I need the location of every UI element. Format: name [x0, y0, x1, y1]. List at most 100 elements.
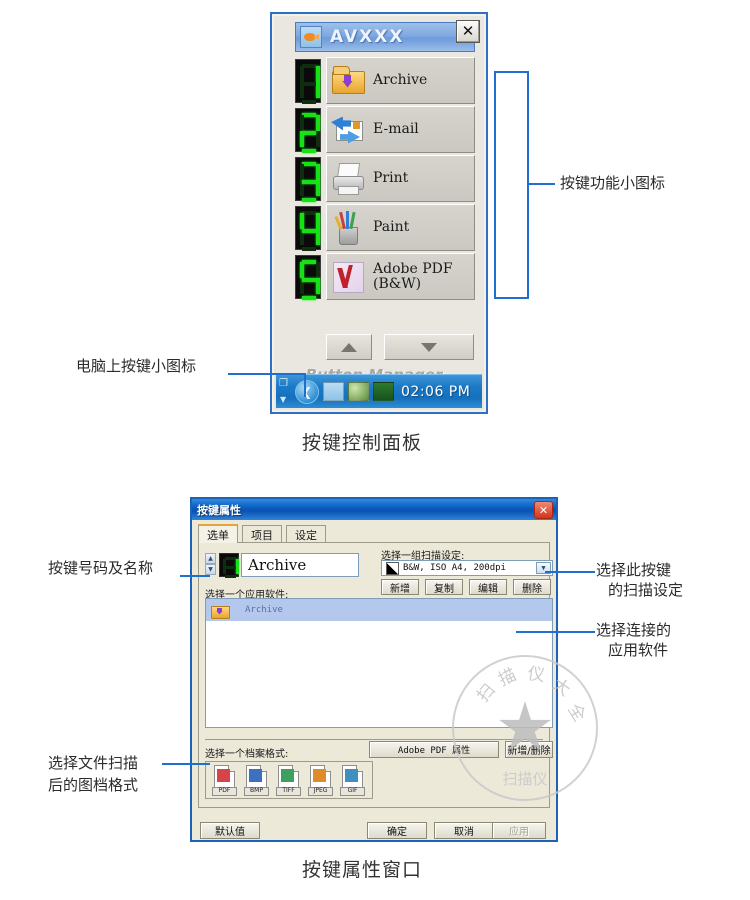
list-item[interactable]: Archive: [206, 599, 552, 621]
button-row-adobe-pdf-b-w[interactable]: Adobe PDF (B&W): [295, 253, 475, 302]
led-segment: [302, 247, 316, 251]
led-segment: [302, 100, 316, 104]
annotation-linked-app-line2: 应用软件: [608, 641, 669, 659]
tab-1[interactable]: 选单: [198, 524, 238, 543]
network-error-tray-icon[interactable]: [348, 382, 369, 401]
format-label: GIF: [340, 786, 365, 796]
led-segment: [300, 66, 304, 82]
button-number-spinner[interactable]: ▲ ▼: [205, 553, 216, 577]
led-digit-4: [295, 206, 321, 251]
spinner-up-icon[interactable]: ▲: [205, 553, 216, 564]
led-segment: [225, 575, 236, 578]
led-segment: [302, 260, 316, 264]
profile-button-4[interactable]: 删除: [513, 579, 551, 595]
scan-button-5[interactable]: Adobe PDF (B&W): [326, 253, 475, 300]
led-segment: [316, 82, 320, 98]
scanner-tray-icon[interactable]: [373, 382, 394, 401]
button-label: Adobe PDF (B&W): [373, 260, 453, 292]
led-digit-3: [295, 157, 321, 202]
email-icon: [331, 113, 365, 147]
format-tiff-icon[interactable]: TIFF: [275, 764, 302, 796]
list-item-label: Archive: [245, 605, 283, 615]
footer-button-3[interactable]: 取消: [434, 822, 494, 839]
dialog-title: 按键属性: [197, 503, 241, 517]
led-segment: [316, 66, 320, 82]
led-digit-1: [295, 59, 321, 104]
button-properties-dialog: 按键属性 ✕ 选单 项目 设定 ▲ ▼ Archive 选择一组扫描设定: B&W,…: [190, 497, 558, 842]
footer-button-1[interactable]: 默认值: [200, 822, 260, 839]
dialog-close-button[interactable]: ✕: [534, 501, 553, 519]
button-row-e-mail[interactable]: E-mail: [295, 106, 475, 155]
triangle-up-icon: [341, 342, 357, 352]
taskbar-clock: 02:06 PM: [401, 383, 471, 400]
led-segment: [316, 262, 320, 278]
scan-profile-combo[interactable]: B&W, ISO A4, 200dpi ▼: [381, 560, 553, 576]
panel-inner: AVXXX ✕ Archive E-mail Print Paint Adobe PDF…: [274, 16, 484, 410]
separator: [205, 739, 543, 740]
format-icon-box: PDF BMP TIFF JPEG GIF: [205, 761, 373, 799]
tab-2[interactable]: 项目: [242, 525, 282, 543]
add-remove-button[interactable]: 新增/删除: [505, 741, 553, 758]
button-label: E-mail: [373, 121, 419, 137]
adobe-pdf-icon: [331, 260, 365, 294]
profile-button-3[interactable]: 编辑: [469, 579, 507, 595]
format-label: PDF: [212, 786, 237, 796]
button-manager-tray-icon[interactable]: [323, 382, 344, 401]
button-row-paint[interactable]: Paint: [295, 204, 475, 253]
panel-caption: 按键控制面板: [302, 432, 423, 454]
scroll-down-button[interactable]: [384, 334, 474, 360]
annotation-scan-setting-line2: 的扫描设定: [608, 581, 684, 599]
button-row-archive[interactable]: Archive: [295, 57, 475, 106]
scan-button-4[interactable]: Paint: [326, 204, 475, 251]
taskbar-grip-icon[interactable]: [276, 375, 294, 408]
led-segment: [302, 278, 316, 282]
format-glyph: [281, 768, 294, 782]
format-label: 选择一个档案格式:: [205, 749, 289, 760]
dialog-tab-panel: ▲ ▼ Archive 选择一组扫描设定: B&W, ISO A4, 200dp…: [198, 542, 553, 808]
pdf-properties-button[interactable]: Adobe PDF 属性: [369, 741, 499, 758]
led-segment: [316, 278, 320, 294]
led-segment: [302, 149, 316, 153]
led-segment: [316, 115, 320, 131]
spinner-down-icon[interactable]: ▼: [205, 564, 216, 575]
button-row-print[interactable]: Print: [295, 155, 475, 204]
format-pdf-icon[interactable]: PDF: [211, 764, 238, 796]
archive-folder-icon: [211, 603, 230, 619]
scan-button-1[interactable]: Archive: [326, 57, 475, 104]
leader-line-bracket-bottom: [494, 297, 529, 299]
scan-button-3[interactable]: Print: [326, 155, 475, 202]
panel-close-button[interactable]: ✕: [456, 20, 480, 43]
led-segment: [302, 82, 316, 86]
leader-line-bracket-top: [494, 71, 529, 73]
format-gif-icon[interactable]: GIF: [339, 764, 366, 796]
button-number-display: [219, 553, 239, 578]
panel-title: AVXXX: [330, 27, 405, 47]
bw-swatch-icon: [386, 561, 399, 575]
annotation-file-format-line2: 后的图档格式: [48, 776, 139, 794]
profile-button-2[interactable]: 复制: [425, 579, 463, 595]
led-segment: [316, 164, 320, 180]
scroll-up-button[interactable]: [326, 334, 372, 360]
annotation-computer-button-icon: 电脑上按键小图标: [76, 357, 197, 375]
format-jpeg-icon[interactable]: JPEG: [307, 764, 334, 796]
dialog-title-bar: 按键属性 ✕: [192, 499, 556, 520]
scan-button-2[interactable]: E-mail: [326, 106, 475, 153]
format-glyph: [313, 768, 326, 782]
led-segment: [300, 213, 304, 229]
button-name-field[interactable]: Archive: [241, 553, 359, 577]
leader-line-scan-setting: [545, 571, 595, 573]
printer-icon: [331, 162, 365, 196]
tab-3[interactable]: 设定: [286, 525, 326, 543]
format-label: JPEG: [308, 786, 333, 796]
footer-button-2[interactable]: 确定: [367, 822, 427, 839]
leader-line-computer-icon: [228, 373, 306, 375]
format-bmp-icon[interactable]: BMP: [243, 764, 270, 796]
profile-button-1[interactable]: 新增: [381, 579, 419, 595]
watermark-char-4: 全: [563, 700, 590, 726]
format-label: BMP: [244, 786, 269, 796]
tray-expand-chevron-icon[interactable]: ❮: [295, 379, 319, 404]
led-segment: [302, 162, 316, 166]
application-listbox[interactable]: Archive: [205, 598, 553, 728]
leader-line-linked-app: [516, 631, 595, 633]
footer-button-4: 应用: [492, 822, 546, 839]
